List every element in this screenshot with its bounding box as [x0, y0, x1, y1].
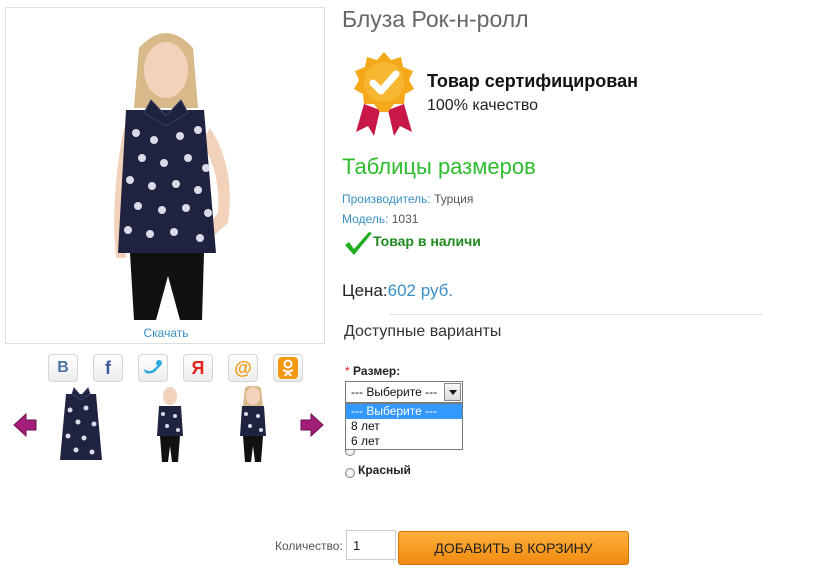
- manufacturer-value: Турция: [434, 192, 474, 206]
- twitter-icon: [144, 360, 162, 374]
- vk-icon: В: [57, 359, 69, 376]
- next-arrow-icon[interactable]: [299, 412, 325, 438]
- chevron-down-icon[interactable]: [444, 383, 461, 401]
- add-to-cart-button[interactable]: ДОБАВИТЬ В КОРЗИНУ: [398, 531, 629, 565]
- thumbnail-1[interactable]: [56, 386, 106, 462]
- color-radio-red[interactable]: [345, 468, 355, 478]
- quantity-label: Количество:: [275, 539, 343, 553]
- quantity-input[interactable]: 1: [346, 530, 396, 560]
- twitter-share-button[interactable]: [138, 354, 168, 382]
- size-option[interactable]: --- Выберите ---: [346, 404, 462, 419]
- odnoklassniki-share-button[interactable]: [273, 354, 303, 382]
- thumbnail-2[interactable]: [145, 386, 195, 462]
- thumbnail-3[interactable]: [228, 386, 278, 462]
- product-title: Блуза Рок-н-ролл: [342, 6, 529, 32]
- size-table-link[interactable]: Таблицы размеров: [342, 154, 536, 180]
- prev-arrow-icon[interactable]: [12, 412, 38, 438]
- size-label: * Размер:: [345, 364, 400, 378]
- odnoklassniki-icon: [278, 357, 298, 379]
- price-label: Цена:: [342, 281, 388, 300]
- mail-icon: @: [234, 357, 252, 378]
- options-title: Доступные варианты: [344, 323, 502, 340]
- model-row: Модель: 1031: [342, 212, 418, 226]
- certified-badge-icon: [354, 52, 414, 136]
- color-label-red: Красный: [358, 463, 411, 477]
- price: Цена:602 руб.: [342, 281, 453, 301]
- divider: [390, 314, 762, 315]
- facebook-share-button[interactable]: f: [93, 354, 123, 382]
- size-select-value: --- Выберите ---: [351, 385, 438, 399]
- myworld-share-button[interactable]: Я: [183, 354, 213, 382]
- main-product-image[interactable]: Скачать: [5, 7, 325, 344]
- myworld-icon: Я: [191, 357, 205, 378]
- size-dropdown-list: --- Выберите --- 8 лет 6 лет: [345, 403, 463, 450]
- certificate-subtitle: 100% качество: [427, 97, 539, 114]
- model-value: 1031: [391, 212, 419, 226]
- manufacturer-row: Производитель: Турция: [342, 192, 473, 206]
- vk-share-button[interactable]: В: [48, 354, 78, 382]
- stock-status: Товар в наличи: [373, 233, 481, 249]
- facebook-icon: f: [105, 357, 111, 378]
- download-link[interactable]: Скачать: [6, 326, 326, 340]
- manufacturer-link[interactable]: Производитель:: [342, 192, 431, 206]
- size-option[interactable]: 8 лет: [346, 419, 462, 434]
- certificate-title: Товар сертифицирован: [427, 71, 638, 91]
- price-value: 602 руб.: [387, 281, 454, 300]
- size-select[interactable]: --- Выберите ---: [345, 381, 463, 403]
- product-photo: [114, 33, 230, 320]
- model-key: Модель:: [342, 212, 389, 226]
- size-option[interactable]: 6 лет: [346, 434, 462, 449]
- checkmark-icon: [345, 232, 372, 255]
- size-label-text: Размер:: [353, 364, 401, 378]
- required-mark: *: [345, 364, 350, 378]
- mail-share-button[interactable]: @: [228, 354, 258, 382]
